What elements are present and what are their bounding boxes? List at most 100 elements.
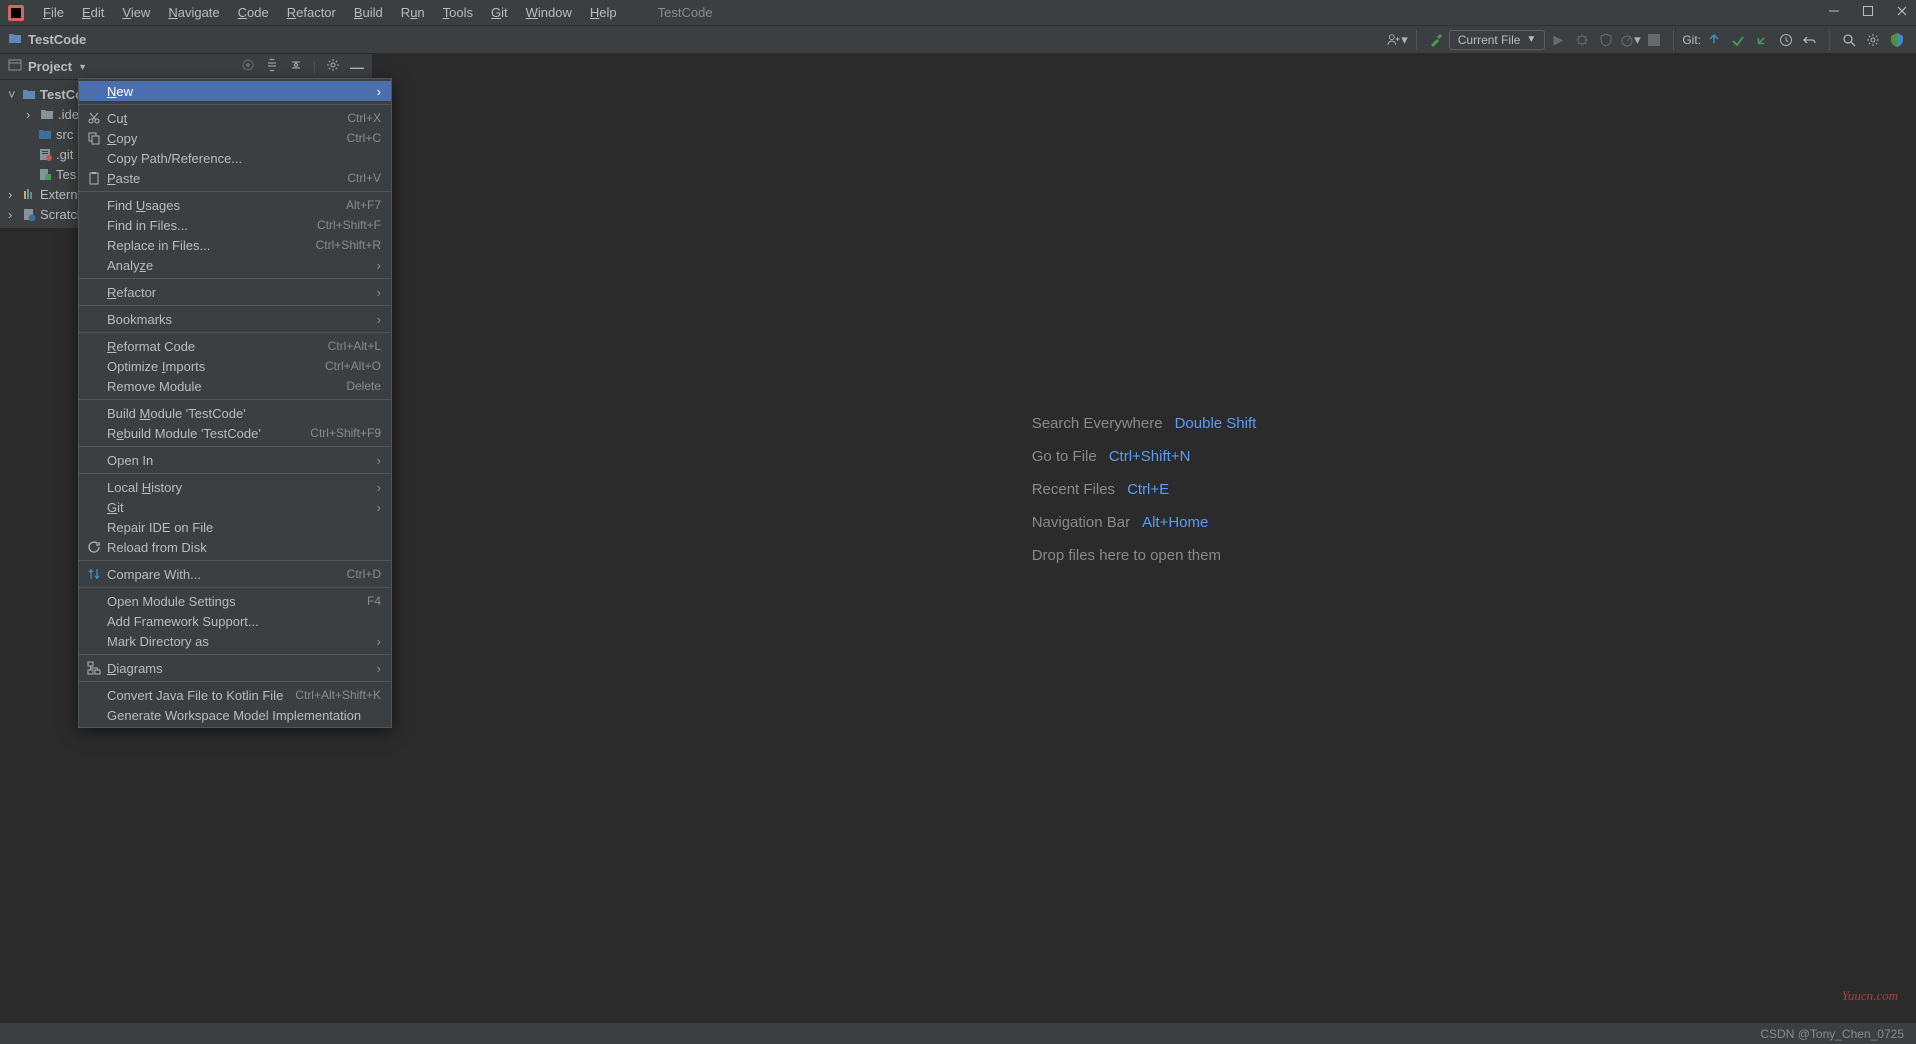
context-menu-item[interactable]: New› (79, 81, 391, 101)
menu-shortcut: Ctrl+Alt+O (325, 359, 381, 373)
menu-shortcut: Ctrl+Alt+Shift+K (295, 688, 381, 702)
project-tool-title[interactable]: Project (28, 59, 72, 74)
context-menu-item[interactable]: Copy Path/Reference... (79, 148, 391, 168)
menu-navigate[interactable]: Navigate (159, 5, 228, 20)
placeholder-shortcut: Alt+Home (1142, 514, 1208, 531)
menu-view[interactable]: View (113, 5, 159, 20)
paste-icon (85, 171, 103, 185)
settings-icon[interactable] (1862, 29, 1884, 51)
context-menu-item[interactable]: Generate Workspace Model Implementation (79, 705, 391, 725)
maximize-button[interactable] (1862, 5, 1874, 20)
reload-icon (85, 540, 103, 554)
context-menu-item[interactable]: Git› (79, 497, 391, 517)
collapse-all-icon[interactable] (289, 58, 303, 75)
menu-item-label: Copy Path/Reference... (103, 151, 381, 166)
menu-separator (79, 332, 391, 333)
stop-icon[interactable] (1643, 29, 1665, 51)
close-button[interactable] (1896, 5, 1908, 20)
menu-shortcut: Ctrl+D (347, 567, 381, 581)
menu-git[interactable]: Git (482, 5, 517, 20)
context-menu-item[interactable]: Find in Files...Ctrl+Shift+F (79, 215, 391, 235)
context-menu-item[interactable]: Local History› (79, 477, 391, 497)
chevron-down-icon: ▼ (1526, 34, 1536, 45)
menu-item-label: Build Module 'TestCode' (103, 406, 381, 421)
context-menu-item[interactable]: Compare With...Ctrl+D (79, 564, 391, 584)
context-menu-item[interactable]: Mark Directory as› (79, 631, 391, 651)
update-project-icon[interactable] (1703, 29, 1725, 51)
run-config-selector[interactable]: Current File ▼ (1449, 30, 1546, 50)
debug-icon[interactable] (1571, 29, 1593, 51)
context-menu-item[interactable]: Find UsagesAlt+F7 (79, 195, 391, 215)
placeholder-label: Recent Files (1032, 481, 1115, 498)
context-menu-item[interactable]: Diagrams› (79, 658, 391, 678)
context-menu-item[interactable]: Optimize ImportsCtrl+Alt+O (79, 356, 391, 376)
select-opened-icon[interactable] (241, 58, 255, 75)
menu-bar: FileEditViewNavigateCodeRefactorBuildRun… (34, 5, 626, 20)
menu-file[interactable]: File (34, 5, 73, 20)
context-menu-item[interactable]: CopyCtrl+C (79, 128, 391, 148)
status-text: CSDN @Tony_Chen_0725 (1760, 1027, 1904, 1041)
hide-icon[interactable]: — (350, 59, 364, 75)
add-user-icon[interactable]: ▾ (1386, 29, 1408, 51)
menu-item-label: Open Module Settings (103, 594, 367, 609)
placeholder-row: Navigation BarAlt+Home (1032, 514, 1257, 531)
menu-run[interactable]: Run (392, 5, 434, 20)
menu-item-label: Mark Directory as (103, 634, 377, 649)
menu-item-label: Rebuild Module 'TestCode' (103, 426, 310, 441)
menu-tools[interactable]: Tools (434, 5, 482, 20)
submenu-arrow-icon: › (377, 84, 381, 99)
context-menu-item[interactable]: Bookmarks› (79, 309, 391, 329)
context-menu-item[interactable]: Repair IDE on File (79, 517, 391, 537)
history-icon[interactable] (1775, 29, 1797, 51)
context-menu-item[interactable]: Remove ModuleDelete (79, 376, 391, 396)
menu-item-label: Convert Java File to Kotlin File (103, 688, 295, 703)
commit-icon[interactable] (1727, 29, 1749, 51)
context-menu-item[interactable]: Replace in Files...Ctrl+Shift+R (79, 235, 391, 255)
search-everywhere-icon[interactable] (1838, 29, 1860, 51)
menu-shortcut: Ctrl+Shift+F (317, 218, 381, 232)
context-menu-item[interactable]: Build Module 'TestCode' (79, 403, 391, 423)
context-menu-item[interactable]: Add Framework Support... (79, 611, 391, 631)
chevron-down-icon[interactable]: ▼ (78, 62, 87, 72)
context-menu-item[interactable]: Reformat CodeCtrl+Alt+L (79, 336, 391, 356)
context-menu-item[interactable]: Rebuild Module 'TestCode'Ctrl+Shift+F9 (79, 423, 391, 443)
context-menu-item[interactable]: Convert Java File to Kotlin FileCtrl+Alt… (79, 685, 391, 705)
editor-area[interactable]: Search EverywhereDouble ShiftGo to FileC… (372, 54, 1916, 1044)
run-icon[interactable]: ▶ (1547, 29, 1569, 51)
placeholder-shortcut: Ctrl+Shift+N (1109, 448, 1191, 465)
menu-refactor[interactable]: Refactor (278, 5, 345, 20)
gear-icon[interactable] (326, 58, 340, 75)
rollback-icon[interactable] (1799, 29, 1821, 51)
context-menu-item[interactable]: CutCtrl+X (79, 108, 391, 128)
expand-all-icon[interactable] (265, 58, 279, 75)
context-menu-item[interactable]: PasteCtrl+V (79, 168, 391, 188)
cut-icon (85, 111, 103, 125)
folder-icon (8, 31, 22, 48)
context-menu-item[interactable]: Open In› (79, 450, 391, 470)
menu-edit[interactable]: Edit (73, 5, 113, 20)
menu-window[interactable]: Window (517, 5, 581, 20)
context-menu-item[interactable]: Analyze› (79, 255, 391, 275)
placeholder-label: Search Everywhere (1032, 415, 1163, 432)
profiler-icon[interactable]: ▾ (1619, 29, 1641, 51)
hammer-icon[interactable] (1425, 29, 1447, 51)
menu-help[interactable]: Help (581, 5, 626, 20)
menu-item-label: Local History (103, 480, 377, 495)
context-menu-item[interactable]: Open Module SettingsF4 (79, 591, 391, 611)
project-window-icon (8, 58, 22, 75)
avatar-icon[interactable] (1886, 29, 1908, 51)
menu-separator (79, 681, 391, 682)
menu-item-label: New (103, 84, 377, 99)
menu-code[interactable]: Code (229, 5, 278, 20)
coverage-icon[interactable] (1595, 29, 1617, 51)
breadcrumb[interactable]: TestCode (8, 31, 86, 48)
navigation-bar: TestCode ▾ Current File ▼ ▶ ▾ Git: (0, 26, 1916, 54)
menu-build[interactable]: Build (345, 5, 392, 20)
push-icon[interactable] (1751, 29, 1773, 51)
chevron-down-icon: ˅ (8, 87, 18, 102)
menu-separator (79, 560, 391, 561)
minimize-button[interactable] (1828, 5, 1840, 20)
context-menu-item[interactable]: Reload from Disk (79, 537, 391, 557)
context-menu-item[interactable]: Refactor› (79, 282, 391, 302)
menu-shortcut: Alt+F7 (346, 198, 381, 212)
